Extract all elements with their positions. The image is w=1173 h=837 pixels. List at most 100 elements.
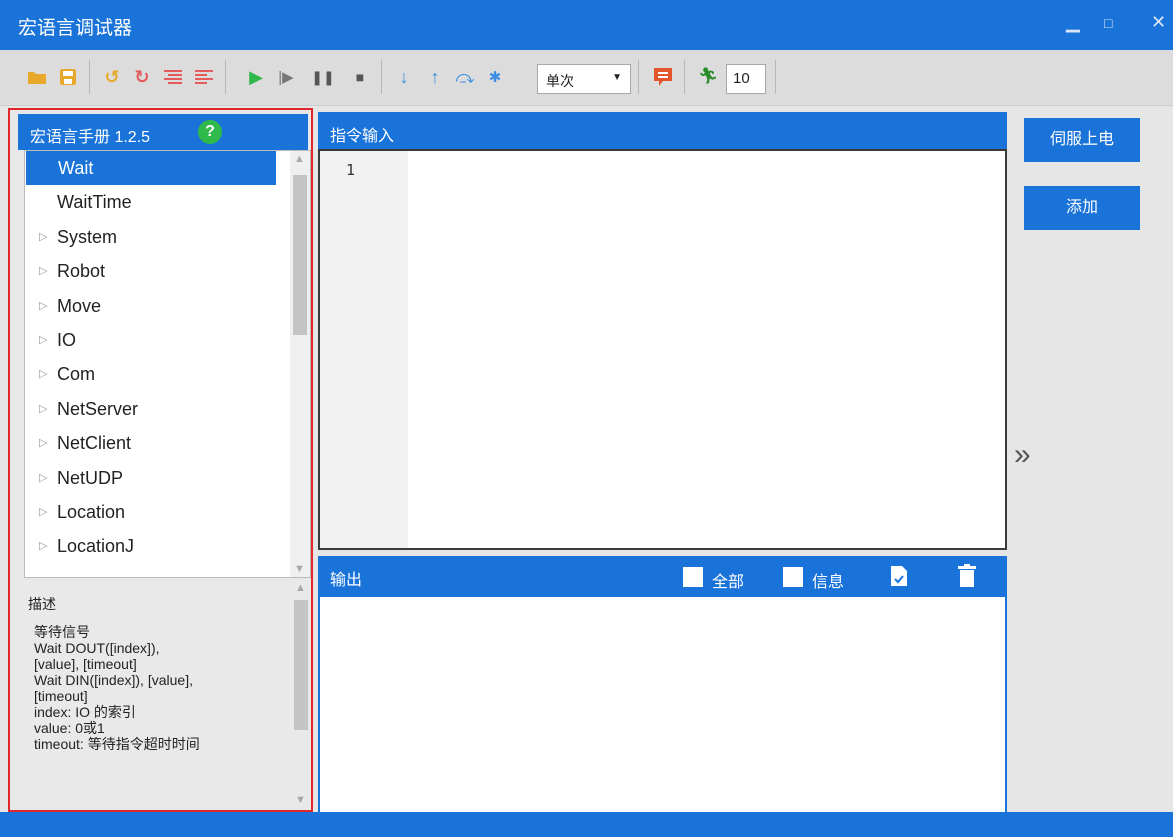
tree-item-label: Wait — [58, 158, 94, 178]
filter-info-label: 信息 — [812, 574, 845, 591]
pause-icon[interactable]: ❚❚ — [311, 66, 334, 88]
save-icon[interactable] — [57, 66, 79, 88]
expand-arrow-icon[interactable]: ▷ — [39, 392, 47, 426]
run-icon[interactable]: ▶ — [245, 66, 267, 88]
description-line: 等待信号 — [34, 624, 90, 640]
expand-arrow-icon[interactable]: ▷ — [39, 529, 47, 563]
toolbar-separator — [89, 60, 90, 94]
manual-title: 宏语言手册 1.2.5 — [30, 129, 151, 146]
tree-item-label: IO — [57, 329, 77, 350]
tree-item-label: NetServer — [57, 398, 139, 419]
title-bar: 宏语言调试器 ▁ □ ✕ — [0, 0, 1173, 50]
tree-item-label: Com — [57, 364, 96, 385]
filter-all-label: 全部 — [712, 574, 745, 591]
output-area[interactable] — [318, 597, 1007, 830]
undo-icon[interactable]: ↺ — [101, 66, 123, 88]
tree-item[interactable]: ▷ Move — [25, 289, 310, 323]
run-mode-select[interactable]: 单次 ▼ — [537, 64, 631, 94]
step-out-icon[interactable]: ↑ — [424, 66, 446, 88]
description-line: [timeout] — [34, 688, 88, 704]
tree-item[interactable]: Wait — [26, 151, 276, 186]
tree-item[interactable]: ▷ NetUDP — [25, 461, 310, 495]
message-icon[interactable] — [652, 66, 674, 88]
run-mode-value: 单次 — [546, 73, 574, 89]
tree-item[interactable]: ▷ NetClient — [25, 426, 310, 460]
description-line: Wait DIN([index]), [value], — [34, 672, 193, 688]
line-number: 1 — [346, 161, 356, 179]
line-gutter: 1 — [320, 151, 408, 548]
expand-arrow-icon[interactable]: ▷ — [39, 357, 47, 391]
tree-item-label: Move — [57, 295, 102, 316]
output-header: 输出 全部 信息 — [318, 556, 1007, 598]
editor-header: 指令输入 — [318, 112, 1007, 150]
scroll-down-icon[interactable]: ▼ — [295, 794, 306, 806]
expand-arrow-icon[interactable]: ▷ — [39, 495, 47, 529]
tree-item[interactable]: ▷ System — [25, 220, 310, 254]
tree-item[interactable]: ▷ Com — [25, 357, 310, 391]
export-file-icon[interactable] — [890, 565, 908, 592]
step-run-icon[interactable]: |▶ — [275, 66, 297, 88]
redo-icon[interactable]: ↻ — [131, 66, 153, 88]
tree-item-label: NetUDP — [57, 467, 124, 488]
debug-icon[interactable]: ✱ — [484, 66, 506, 88]
description-line: value: 0或1 — [34, 720, 105, 736]
runner-icon[interactable]: 🏃︎ — [697, 66, 719, 88]
tree-item[interactable]: ▷ Robot — [25, 254, 310, 288]
tree-item[interactable]: ▷ LocationJ — [25, 529, 310, 563]
filter-all-checkbox[interactable] — [683, 567, 703, 587]
step-over-icon[interactable]: ⤼ — [454, 66, 476, 88]
output-title: 输出 — [330, 572, 363, 589]
filter-info-checkbox[interactable] — [783, 567, 803, 587]
add-button[interactable]: 添加 — [1024, 186, 1140, 230]
tree-item[interactable]: ▷ IO — [25, 323, 310, 357]
trash-icon[interactable] — [958, 564, 976, 593]
uncomment-icon[interactable] — [193, 66, 215, 88]
tree-item-label: LocationJ — [57, 536, 135, 557]
description-line: index: IO 的索引 — [34, 704, 136, 720]
description-title: 描述 — [28, 596, 56, 612]
tree-item[interactable]: ▷ NetServer — [25, 392, 310, 426]
expand-arrow-icon[interactable]: ▷ — [39, 289, 47, 323]
description-panel: 描述 等待信号 Wait DOUT([index]), [value], [tim… — [24, 580, 311, 808]
expand-arrow-icon[interactable]: ▷ — [39, 461, 47, 495]
tree-item-label: Location — [57, 501, 126, 522]
toolbar-separator — [684, 60, 685, 94]
servo-on-button[interactable]: 伺服上电 — [1024, 118, 1140, 162]
editor-title: 指令输入 — [330, 128, 395, 145]
tree-scrollbar[interactable]: ▲ ▼ — [290, 151, 310, 577]
scroll-up-icon[interactable]: ▲ — [295, 582, 306, 594]
command-editor[interactable]: 1 — [318, 149, 1007, 550]
close-icon[interactable]: ✕ — [1151, 12, 1166, 33]
tree-item[interactable]: WaitTime — [25, 185, 310, 219]
tree-item-label: Robot — [57, 261, 106, 282]
description-scrollbar[interactable]: ▲ ▼ — [291, 580, 311, 808]
tree-item-label: NetClient — [57, 433, 132, 454]
maximize-icon[interactable]: □ — [1104, 15, 1112, 31]
toolbar-separator — [225, 60, 226, 94]
description-line: Wait DOUT([index]), — [34, 640, 160, 656]
expand-panel-icon[interactable]: » — [1014, 438, 1031, 472]
expand-arrow-icon[interactable]: ▷ — [39, 323, 47, 357]
macro-manual-panel: 宏语言手册 1.2.5 ? Wait WaitTime ▷ System ▷ Robot ▷… — [8, 108, 313, 812]
scroll-thumb[interactable] — [293, 175, 307, 335]
expand-arrow-icon[interactable]: ▷ — [39, 254, 47, 288]
repeat-count-input[interactable]: 10 — [726, 64, 766, 94]
tree-item[interactable]: ▷ Location — [25, 495, 310, 529]
expand-arrow-icon[interactable]: ▷ — [39, 426, 47, 460]
comment-icon[interactable] — [162, 66, 184, 88]
chevron-down-icon: ▼ — [612, 72, 622, 83]
step-into-icon[interactable]: ↓ — [393, 66, 415, 88]
expand-arrow-icon[interactable]: ▷ — [39, 220, 47, 254]
manual-header: 宏语言手册 1.2.5 ? — [18, 114, 308, 150]
command-tree: Wait WaitTime ▷ System ▷ Robot ▷ Move ▷ IO ▷ Com ▷ Ne… — [24, 150, 311, 578]
scroll-down-icon[interactable]: ▼ — [294, 563, 305, 575]
minimize-icon[interactable]: ▁ — [1066, 12, 1080, 33]
scroll-thumb[interactable] — [294, 600, 308, 730]
description-line: [value], [timeout] — [34, 656, 137, 672]
tree-item-label: WaitTime — [57, 192, 132, 213]
help-icon[interactable]: ? — [198, 120, 222, 144]
open-folder-icon[interactable] — [26, 66, 48, 88]
status-bar — [0, 812, 1173, 837]
stop-icon[interactable]: ■ — [349, 66, 371, 88]
scroll-up-icon[interactable]: ▲ — [294, 153, 305, 165]
